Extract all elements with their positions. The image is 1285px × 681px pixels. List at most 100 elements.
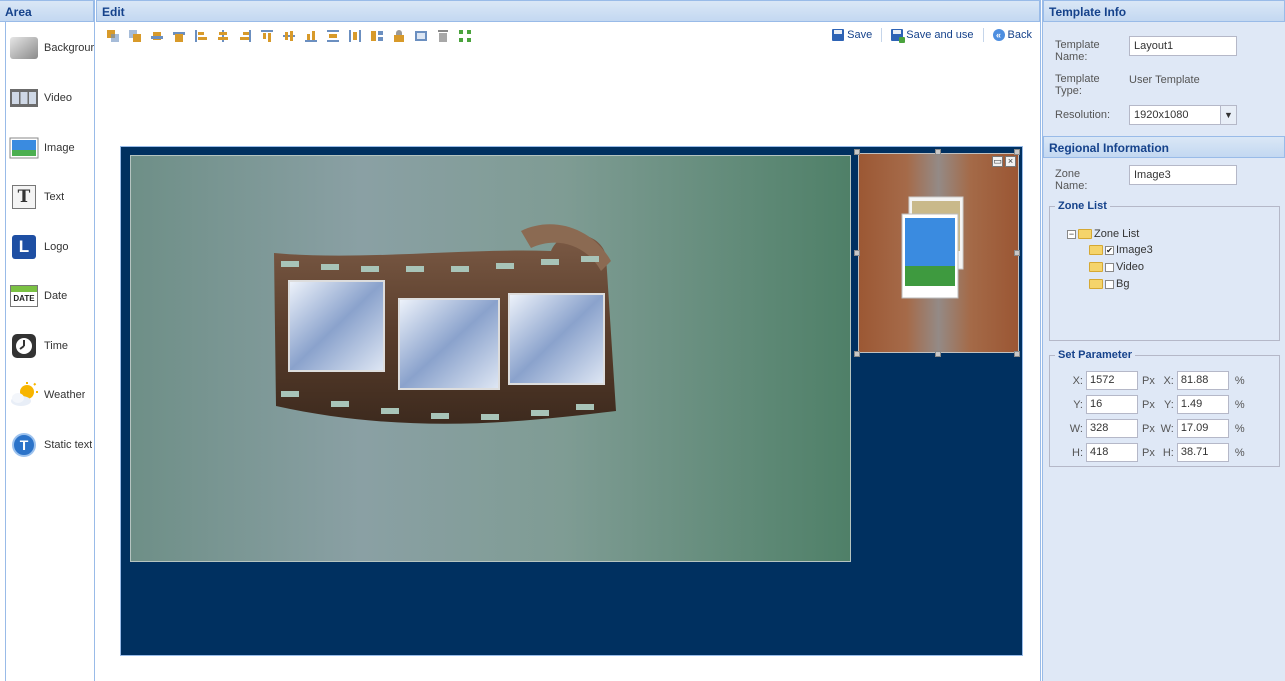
area-item-label: Time <box>44 340 69 352</box>
close-zone-button[interactable]: × <box>1005 156 1016 167</box>
param-row-w: W: 328 Px W: 17.09 % <box>1067 419 1248 438</box>
back-button[interactable]: « Back <box>990 29 1035 41</box>
back-arrow-icon: « <box>992 29 1005 41</box>
area-item-label: Backgrour <box>44 42 95 54</box>
edit-panel-title: Edit <box>96 0 1040 22</box>
area-item-video[interactable]: Video <box>9 78 97 118</box>
send-to-back-icon[interactable] <box>173 30 185 42</box>
tree-item-image3[interactable]: ✔ Image3 <box>1089 244 1153 256</box>
template-name-input[interactable]: Layout1 <box>1129 36 1237 56</box>
resolution-select[interactable]: 1920x1080 ▼ <box>1129 105 1237 125</box>
area-item-label: Image <box>44 142 75 154</box>
area-item-label: Weather <box>44 389 86 401</box>
photo-stack-image <box>901 196 964 299</box>
same-size-icon[interactable] <box>371 30 383 42</box>
maximize-zone-button[interactable]: ▭ <box>992 156 1003 167</box>
image3-zone[interactable]: ▭ × <box>858 153 1019 353</box>
folder-icon <box>1078 229 1092 239</box>
clock-icon <box>9 331 39 361</box>
distribute-horizontal-icon[interactable] <box>349 30 361 42</box>
edit-panel: Edit Save Save and use « Back ▭ × <box>96 0 1041 681</box>
area-panel-title: Area <box>0 0 94 22</box>
distribute-vertical-icon[interactable] <box>327 30 339 42</box>
w-percent-input[interactable]: 17.09 <box>1176 419 1229 438</box>
zone-checkbox[interactable]: ✔ <box>1105 245 1114 255</box>
resize-handle-n[interactable] <box>935 149 941 155</box>
area-item-date[interactable]: DATE Date <box>9 276 97 316</box>
lock-icon[interactable] <box>393 30 405 42</box>
film-reel-image <box>274 224 616 424</box>
background-icon <box>9 33 39 63</box>
area-item-weather[interactable]: Weather <box>9 375 97 415</box>
tree-item-video[interactable]: Video <box>1089 261 1144 273</box>
area-item-time[interactable]: Time <box>9 326 97 366</box>
area-item-logo[interactable]: L Logo <box>9 227 97 267</box>
video-icon <box>9 83 39 113</box>
regional-info-title: Regional Information <box>1043 136 1285 158</box>
h-px-input[interactable]: 418 <box>1086 443 1138 462</box>
fullscreen-icon[interactable] <box>459 30 471 42</box>
resize-handle-e[interactable] <box>1014 250 1020 256</box>
zone-checkbox[interactable] <box>1105 262 1114 272</box>
folder-icon <box>1089 279 1103 289</box>
w-px-input[interactable]: 328 <box>1086 419 1138 438</box>
param-row-x: X: 1572 Px X: 81.88 % <box>1067 371 1248 390</box>
folder-icon <box>1089 262 1103 272</box>
align-right-icon[interactable] <box>239 30 251 42</box>
template-type-value: User Template <box>1129 74 1200 86</box>
area-item-label: Date <box>44 290 68 302</box>
y-percent-input[interactable]: 1.49 <box>1176 395 1229 414</box>
x-px-input[interactable]: 1572 <box>1086 371 1138 390</box>
resize-handle-s[interactable] <box>935 351 941 357</box>
tree-item-bg[interactable]: Bg <box>1089 278 1129 290</box>
area-item-label: Static text <box>44 439 93 451</box>
info-panel: Template Info Template Name: Layout1 Tem… <box>1042 0 1285 681</box>
area-list: Backgrour Video Image T Text L Logo DATE… <box>5 22 94 681</box>
zone-list-fieldset: Zone List − Zone List ✔ Image3 Video Bg <box>1049 200 1280 341</box>
zone-name-input[interactable]: Image3 <box>1129 165 1237 185</box>
delete-icon[interactable] <box>437 30 449 42</box>
edit-toolbar: Save Save and use « Back <box>96 22 1040 50</box>
area-item-text[interactable]: T Text <box>9 177 97 217</box>
area-item-static-text[interactable]: T Static text <box>9 425 97 465</box>
background-zone[interactable] <box>130 155 851 562</box>
tree-root[interactable]: − Zone List <box>1067 228 1139 240</box>
align-center-icon[interactable] <box>217 30 229 42</box>
h-percent-input[interactable]: 38.71 <box>1176 443 1229 462</box>
area-item-image[interactable]: Image <box>9 128 97 168</box>
param-row-y: Y: 16 Px Y: 1.49 % <box>1067 395 1248 414</box>
save-button[interactable]: Save <box>829 29 875 41</box>
weather-icon <box>9 380 39 410</box>
template-name-label: Template Name: <box>1055 39 1100 63</box>
set-parameter-legend: Set Parameter <box>1058 349 1132 361</box>
date-icon: DATE <box>9 281 39 311</box>
send-backward-icon[interactable] <box>129 30 141 42</box>
bring-forward-icon[interactable] <box>107 30 119 42</box>
folder-icon <box>1089 245 1103 255</box>
align-middle-icon[interactable] <box>283 30 295 42</box>
resize-handle-w[interactable] <box>854 250 860 256</box>
resize-handle-sw[interactable] <box>854 351 860 357</box>
area-item-background[interactable]: Backgrour <box>9 28 97 68</box>
template-info-title: Template Info <box>1043 0 1285 22</box>
resize-handle-ne[interactable] <box>1014 149 1020 155</box>
collapse-icon[interactable]: − <box>1067 229 1076 239</box>
bring-to-front-icon[interactable] <box>151 30 163 42</box>
floppy-disk-icon <box>832 29 845 41</box>
y-px-input[interactable]: 16 <box>1086 395 1138 414</box>
fit-screen-icon[interactable] <box>415 30 427 42</box>
area-item-label: Text <box>44 191 65 203</box>
resize-handle-se[interactable] <box>1014 351 1020 357</box>
save-and-use-button[interactable]: Save and use <box>888 29 976 43</box>
param-row-h: H: 418 Px H: 38.71 % <box>1067 443 1248 462</box>
x-percent-input[interactable]: 81.88 <box>1176 371 1229 390</box>
zone-checkbox[interactable] <box>1105 279 1114 289</box>
zone-list-legend: Zone List <box>1058 200 1107 212</box>
layout-canvas[interactable]: ▭ × <box>120 146 1023 656</box>
chevron-down-icon[interactable]: ▼ <box>1220 106 1236 124</box>
align-left-icon[interactable] <box>195 30 207 42</box>
align-bottom-icon[interactable] <box>305 30 317 42</box>
template-type-label: Template Type: <box>1055 73 1100 97</box>
resize-handle-nw[interactable] <box>854 149 860 155</box>
align-top-icon[interactable] <box>261 30 273 42</box>
